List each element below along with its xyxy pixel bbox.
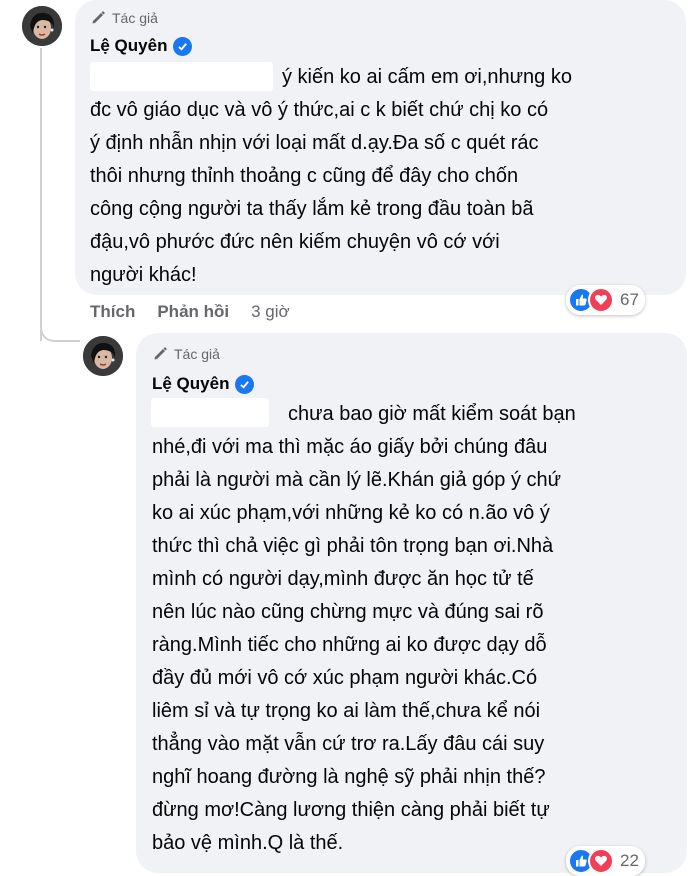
pencil-icon [92,11,105,24]
avatar[interactable] [83,336,123,376]
comment-actions: Thích Phản hồi 3 giờ [90,302,290,322]
reply-button[interactable]: Phản hồi [157,302,229,322]
like-button[interactable]: Thích [90,302,135,322]
reaction-summary[interactable]: 67 [566,285,645,315]
thread-connector-curve [40,318,80,342]
author-tag: Tác giả [152,346,220,362]
reaction-summary[interactable]: 22 [566,846,645,876]
love-reaction-icon [588,287,614,313]
avatar[interactable] [22,6,62,46]
author-name-row: Lệ Quyên [90,36,193,56]
pencil-icon [154,347,167,360]
love-reaction-icon [588,848,614,874]
thread-connector-line [40,48,42,341]
author-name[interactable]: Lệ Quyên [152,374,229,394]
comment-text: chưa bao giờ mất kiểm soát bạn nhé,đi vớ… [152,403,576,854]
comment-timestamp[interactable]: 3 giờ [251,302,290,322]
author-name-row: Lệ Quyên [152,374,255,394]
author-tag-label: Tác giả [112,10,158,26]
author-tag-label: Tác giả [174,346,220,362]
reaction-count: 67 [620,290,639,309]
verified-badge-icon [173,36,193,56]
verified-badge-icon [235,374,255,394]
author-name[interactable]: Lệ Quyên [90,36,167,56]
comment-text: ý kiến ko ai cấm em ơi,nhưng ko đc vô gi… [90,66,572,286]
author-tag: Tác giả [90,10,158,26]
reaction-count: 22 [620,851,639,870]
